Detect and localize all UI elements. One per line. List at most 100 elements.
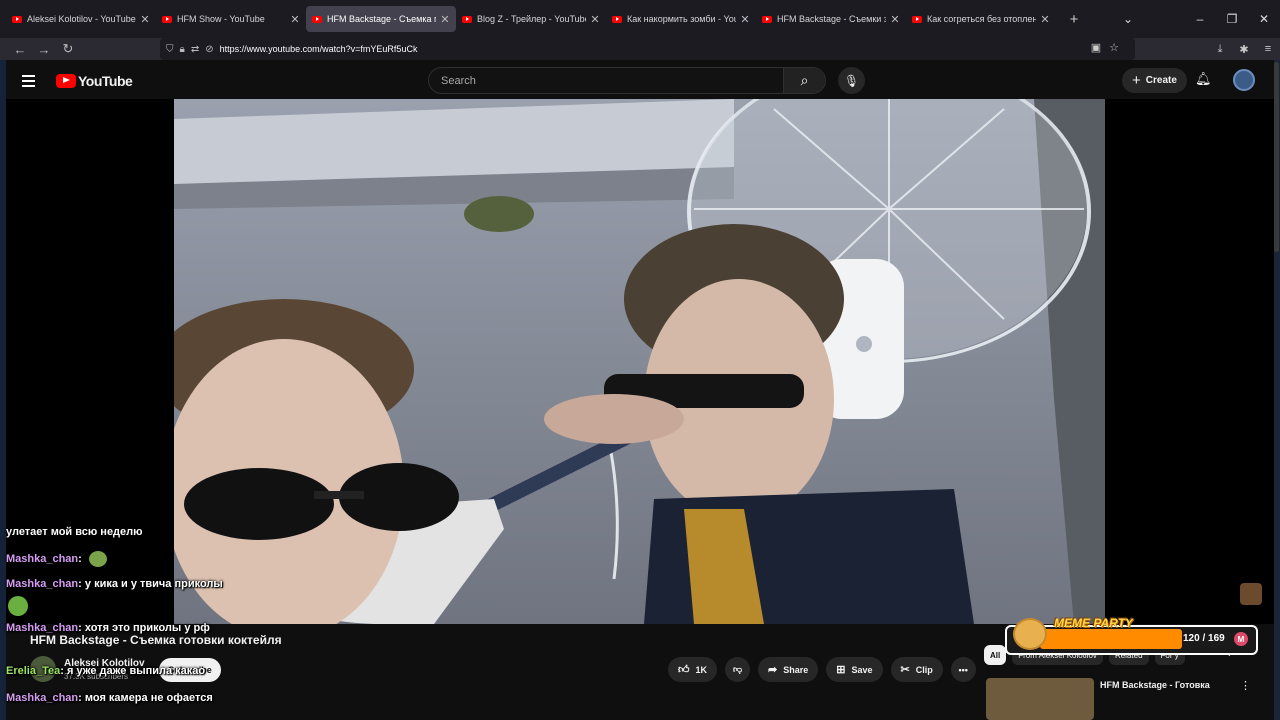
tab-close-icon[interactable]: ✕	[140, 13, 150, 26]
search-box: ⌕	[428, 67, 826, 94]
tab-close-icon[interactable]: ✕	[890, 13, 900, 26]
tab-close-icon[interactable]: ✕	[1040, 13, 1050, 26]
like-count: 1K	[695, 664, 708, 675]
notifications-bell-icon[interactable]: 🔔︎	[1195, 71, 1212, 87]
browser-tab-strip: Aleksei Kolotilov - YouTube ✕ HFM Show -…	[0, 0, 1280, 38]
chat-emote-icon	[88, 551, 107, 567]
chat-message: моя камера не офается	[84, 692, 213, 704]
chat-line: Erelia_Tea: я уже даже выпила какао	[6, 665, 206, 677]
save-playlist-icon: ⊞	[836, 664, 846, 676]
scissors-icon: ✂	[900, 664, 910, 676]
browser-tab[interactable]: Blog Z - Трейлер - YouTube ✕	[456, 6, 606, 32]
lock-icon[interactable]: 🔒︎	[180, 44, 185, 55]
browser-tab[interactable]: Aleksei Kolotilov - YouTube ✕	[6, 6, 156, 32]
like-button[interactable]: 👍︎ 1K	[668, 657, 718, 682]
tab-title: HFM Show - YouTube	[177, 14, 265, 24]
meme-progress-bar	[1040, 629, 1182, 649]
download-icon[interactable]: ⤓	[1208, 43, 1232, 56]
search-icon: ⌕	[800, 72, 809, 88]
menu-icon[interactable]: ≡	[1256, 43, 1280, 55]
search-button[interactable]: ⌕	[783, 68, 825, 93]
video-frame-image	[174, 99, 1105, 624]
chat-line: улетает мой всю неделю	[6, 526, 143, 538]
tab-list-chevron-icon[interactable]: ⌄	[1112, 12, 1144, 26]
chat-username: Mashka_chan	[6, 552, 79, 565]
more-dots-icon: •••	[958, 664, 968, 675]
chat-line: Mashka_chan:	[6, 551, 107, 567]
voice-search-mic-icon[interactable]: 🎙︎	[838, 67, 865, 94]
chat-message: у кика и у твича приколы	[84, 578, 223, 590]
browser-tab-active[interactable]: HFM Backstage - Съемка готовки ✕	[306, 6, 456, 32]
more-actions-button[interactable]: •••	[950, 657, 976, 682]
close-window-icon[interactable]: ✕	[1248, 12, 1280, 26]
stream-sticker	[1240, 583, 1262, 605]
thumbs-up-icon: 👍︎	[678, 664, 690, 676]
restore-icon[interactable]: ❐	[1216, 12, 1248, 26]
clip-button[interactable]: ✂ Clip	[890, 657, 943, 682]
tab-title: HFM Backstage - Съемка готовки	[327, 14, 436, 24]
browser-tab[interactable]: Как согреться без отопления - ✕	[906, 6, 1056, 32]
chat-message: хотя это приколы у рф	[84, 622, 210, 634]
chat-message: улетает мой всю неделю	[6, 526, 143, 538]
browser-navigation-bar: ← → ↻ ⛉ 🔒︎ ⇄ ⊘ https://www.youtube.com/w…	[0, 38, 1280, 60]
meme-badge-icon: M	[1234, 632, 1248, 646]
chat-username: Erelia_Tea	[6, 665, 61, 677]
shield-icon[interactable]: ⛉	[166, 44, 174, 55]
chat-line: Mashka_chan: моя камера не офается	[6, 692, 213, 704]
dislike-button[interactable]: 👎︎	[725, 657, 751, 682]
back-arrow-icon[interactable]: ←	[8, 42, 32, 57]
thumbs-down-icon: 👎︎	[732, 664, 743, 674]
chip-all[interactable]: All	[984, 645, 1007, 665]
tab-title: Blog Z - Трейлер - YouTube	[477, 14, 586, 24]
browser-tab[interactable]: HFM Backstage - Съемки зомби ✕	[756, 6, 906, 32]
tab-close-icon[interactable]: ✕	[290, 13, 300, 26]
chat-line: Mashka_chan: хотя это приколы у рф	[6, 622, 210, 634]
save-label: Save	[851, 664, 873, 675]
share-button[interactable]: ➦ Share	[758, 657, 819, 682]
reload-icon[interactable]: ↻	[56, 41, 80, 57]
hamburger-menu-icon[interactable]	[22, 74, 42, 87]
url-text[interactable]: https://www.youtube.com/watch?v=fmYEuRf5…	[220, 44, 418, 54]
youtube-favicon-icon	[162, 15, 172, 23]
account-avatar[interactable]	[1233, 69, 1255, 91]
video-actions: 👍︎ 1K 👎︎ ➦ Share ⊞ Save ✂ Clip •••	[668, 657, 976, 682]
page-scrollbar[interactable]	[1274, 62, 1279, 252]
youtube-favicon-icon	[762, 15, 772, 23]
browser-tab[interactable]: Как накормить зомби - YouTube ✕	[606, 6, 756, 32]
create-label: Create	[1145, 75, 1177, 86]
tab-close-icon[interactable]: ✕	[590, 13, 600, 26]
extensions-icon[interactable]: ✱	[1232, 43, 1256, 56]
recommendation-title[interactable]: HFM Backstage - Готовка	[1100, 680, 1210, 690]
browser-tab[interactable]: HFM Show - YouTube ✕	[156, 6, 306, 32]
forward-arrow-icon[interactable]: →	[32, 42, 56, 57]
save-button[interactable]: ⊞ Save	[826, 657, 883, 682]
tab-close-icon[interactable]: ✕	[440, 13, 450, 26]
minimize-icon[interactable]: –	[1184, 12, 1216, 26]
tab-title: Aleksei Kolotilov - YouTube	[27, 14, 136, 24]
youtube-favicon-icon	[12, 15, 22, 23]
new-tab-button[interactable]: +	[1064, 11, 1084, 28]
recommendation-thumbnail[interactable]	[986, 678, 1094, 720]
youtube-favicon-icon	[312, 15, 322, 23]
blocked-media-icon[interactable]: ⊘	[205, 44, 213, 55]
create-button[interactable]: + Create	[1122, 68, 1187, 93]
chat-username: Mashka_chan	[6, 622, 79, 634]
chat-username: Mashka_chan	[6, 692, 79, 704]
recommendation-more-icon[interactable]: ⋮	[1240, 679, 1251, 692]
tab-close-icon[interactable]: ✕	[740, 13, 750, 26]
youtube-favicon-icon	[912, 15, 922, 23]
video-title: HFM Backstage - Съемка готовки коктейля	[30, 633, 282, 647]
tab-title: HFM Backstage - Съемки зомби	[777, 14, 886, 24]
tab-title: Как накормить зомби - YouTube	[627, 14, 736, 24]
plus-icon: +	[1132, 72, 1141, 89]
youtube-masthead: YouTube ⌕ 🎙︎ + Create 🔔︎	[6, 62, 1274, 99]
window-controls: ⌄ – ❐ ✕	[1112, 0, 1280, 38]
reader-bookmark-icons[interactable]: ▣☆	[1091, 41, 1127, 54]
address-bar[interactable]: ⛉ 🔒︎ ⇄ ⊘ https://www.youtube.com/watch?v…	[160, 38, 1135, 60]
chat-line: Mashka_chan: у кика и у твича приколы	[6, 578, 223, 590]
youtube-wordmark: YouTube	[78, 72, 133, 89]
youtube-logo[interactable]: YouTube	[56, 72, 133, 89]
search-input[interactable]	[429, 68, 783, 93]
video-frame[interactable]	[174, 99, 1105, 624]
permissions-icon[interactable]: ⇄	[191, 44, 199, 55]
